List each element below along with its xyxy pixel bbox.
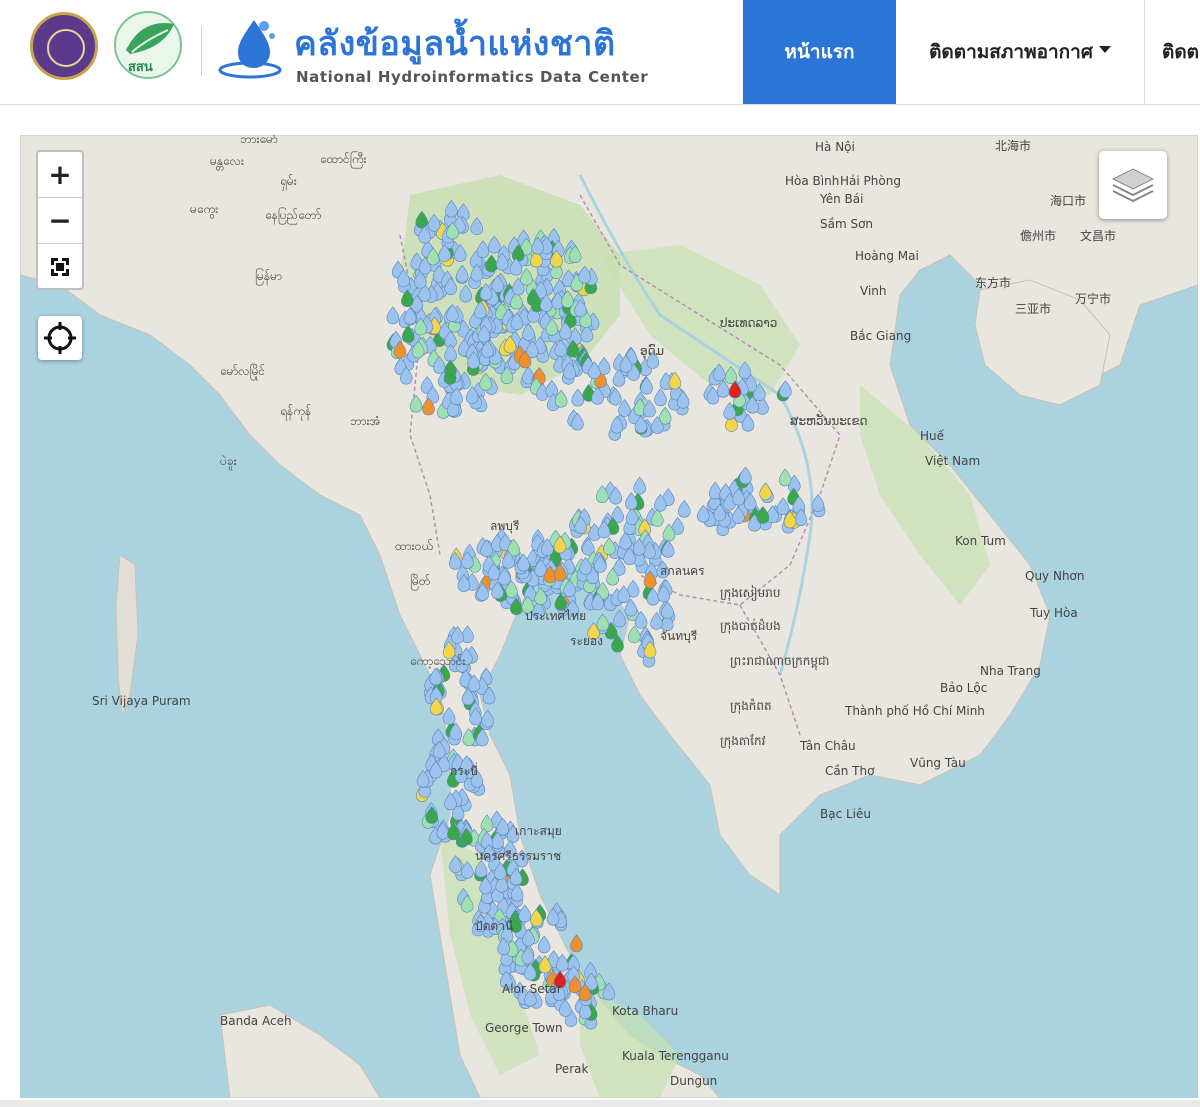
footer-strip <box>0 1100 1200 1107</box>
nav-weather-label: ติดตามสภาพอากาศ <box>929 41 1093 63</box>
place-label: 万宁市 <box>1075 291 1111 306</box>
place-label: เกาะสมุย <box>515 824 562 839</box>
place-label: Kota Bharu <box>612 1004 678 1018</box>
place-label: นครศรีธรรมราช <box>475 849 561 863</box>
place-label: Bảo Lộc <box>940 681 987 695</box>
place-label: ปัตตานี <box>475 919 513 933</box>
crosshair-icon <box>44 322 76 354</box>
brand-subtitle: National Hydroinformatics Data Center <box>296 68 649 86</box>
place-label: ປະເທດລາວ <box>720 316 777 330</box>
place-label: ក្រុងតាកែវ <box>720 733 766 749</box>
place-label: Alor Setar <box>502 982 562 996</box>
place-label: Thành phố Hồ Chí Minh <box>844 704 985 718</box>
place-label: Vũng Tàu <box>910 756 966 770</box>
ministry-emblem-logo[interactable] <box>30 12 98 80</box>
caret-down-icon <box>1098 45 1111 53</box>
place-label: Quy Nhơn <box>1025 569 1085 583</box>
place-label: Tân Châu <box>799 739 856 753</box>
place-label: ဘားအံ <box>350 414 381 428</box>
place-label: Cần Thơ <box>825 764 875 778</box>
place-label: Huế <box>920 429 945 443</box>
place-label: Việt Nam <box>925 454 980 468</box>
brand-title: คลังข้อมูลน้ำแห่งชาติ <box>294 24 616 64</box>
station-map[interactable]: ဘားမော် မန္တလေး ထောင်ကြီး ရှမ်း နေပြည်တော် မက… <box>20 135 1198 1098</box>
site-header: สสน คลังข้อมูลน้ำแห่งชาติ National Hydro… <box>0 0 1200 105</box>
place-label: Hoàng Mai <box>855 249 919 263</box>
water-drop-logo[interactable] <box>216 12 286 82</box>
place-label: Dungun <box>670 1074 717 1088</box>
place-label: Kon Tum <box>955 534 1006 548</box>
place-label: ระยอง <box>570 634 603 648</box>
place-label: 北海市 <box>995 138 1031 153</box>
place-label: Hà Nội <box>815 140 855 154</box>
place-label: Banda Aceh <box>220 1014 292 1028</box>
layer-switcher-button[interactable] <box>1099 151 1167 219</box>
place-label: Tuy Hòa <box>1029 606 1078 620</box>
zoom-in-button[interactable]: + <box>38 152 82 198</box>
place-label: Nha Trang <box>980 664 1041 678</box>
logo-divider <box>201 26 202 76</box>
place-label: 三亚市 <box>1015 301 1051 316</box>
place-label: ပဲခူး <box>220 453 237 471</box>
locate-me-button[interactable] <box>38 316 82 360</box>
partner-logo-text: สสน <box>128 60 153 75</box>
place-label: จันทบุรี <box>660 629 698 644</box>
place-label: Bắc Giang <box>850 329 911 343</box>
place-label: 文昌市 <box>1080 228 1116 243</box>
place-label: ကော့သောင်း <box>410 653 465 669</box>
place-label: ประเทศไทย <box>525 609 586 623</box>
place-label: Sầm Sơn <box>820 217 873 231</box>
place-label: ក្រុងបាត់ដំបង <box>720 618 781 634</box>
place-label: ลพบุรี <box>490 519 520 534</box>
place-label: ອຸດົມ <box>640 344 664 360</box>
place-label: Vinh <box>860 284 887 298</box>
fullscreen-icon <box>51 257 69 276</box>
zoom-control: + − <box>36 150 84 290</box>
nav-next-label: ติดต <box>1162 41 1200 63</box>
place-label: ສະຫວັນນະເຂດ <box>790 414 868 428</box>
place-label: Hòa Bình <box>785 174 839 188</box>
place-label: Bạc Liêu <box>820 807 871 821</box>
water-station-marker[interactable] <box>570 934 583 953</box>
place-label: ក្រុងកំពត <box>730 698 772 714</box>
fullscreen-button[interactable] <box>38 244 82 289</box>
land-andaman <box>115 554 139 716</box>
place-label: Yên Bái <box>819 192 863 206</box>
place-label: ក្រុងសៀមរាប <box>720 585 781 601</box>
map-canvas[interactable]: ဘားမော်မန္တလေး ထောင်ကြီးရှမ်းနေပြည်တော်မက… <box>20 135 1198 1098</box>
nav-home-tab[interactable]: หน้าแรก <box>743 0 896 104</box>
nav-next-tab[interactable]: ติดต <box>1162 0 1199 104</box>
place-label: ထားဝယ် <box>395 538 433 553</box>
place-label: สกลนคร <box>660 564 705 578</box>
place-label: Hải Phòng <box>840 174 901 188</box>
nav-home-label: หน้าแรก <box>784 41 855 63</box>
water-station-marker[interactable] <box>596 613 610 632</box>
place-label: 海口市 <box>1050 193 1086 208</box>
place-label: George Town <box>485 1021 563 1035</box>
place-label: Sri Vijaya Puram <box>92 694 191 708</box>
place-label: ဘားမော် <box>240 135 278 146</box>
water-station-marker[interactable] <box>613 609 626 628</box>
layers-icon <box>1111 168 1155 203</box>
zoom-out-button[interactable]: − <box>38 198 82 244</box>
place-label: 儋州市 <box>1020 228 1056 243</box>
place-label: 东方市 <box>975 275 1011 290</box>
place-label: Perak <box>555 1062 588 1076</box>
place-label: กระบี่ <box>450 762 478 778</box>
place-label: Kuala Terengganu <box>622 1049 729 1063</box>
nav-weather-dropdown[interactable]: ติดตามสภาพอากาศ <box>896 0 1145 104</box>
